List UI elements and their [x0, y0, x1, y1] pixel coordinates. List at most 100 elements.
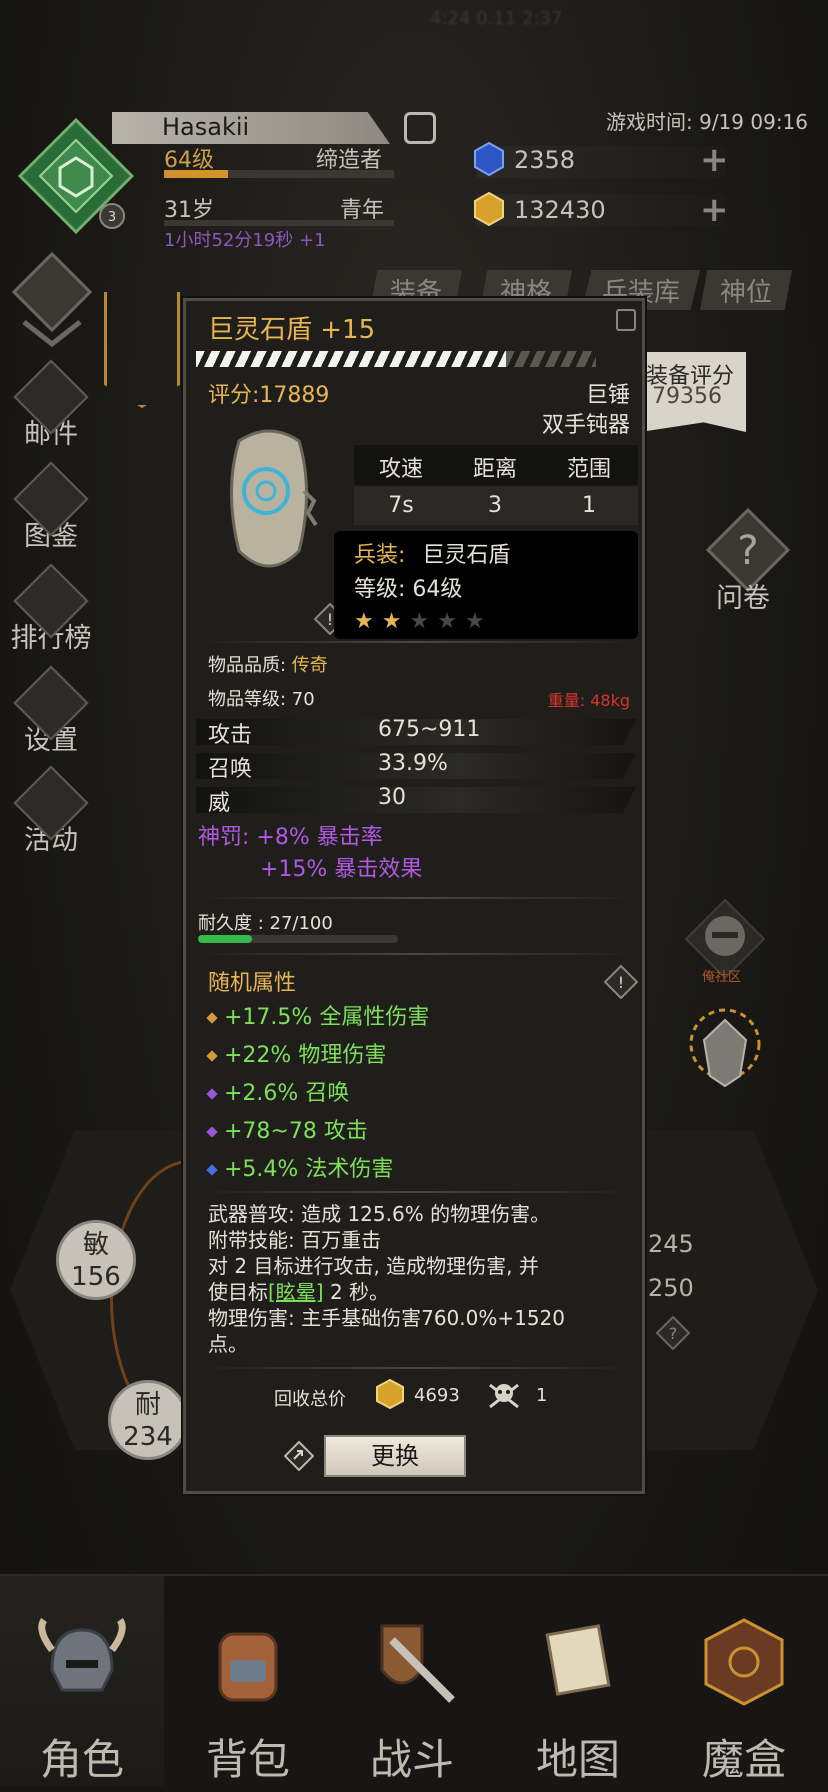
svg-text:!: ! — [327, 610, 333, 629]
equipment-slot-banner — [104, 292, 180, 408]
arms-line: 兵装: 巨灵石盾 — [354, 537, 510, 569]
random-attribute: +17.5% 全属性伤害 — [206, 999, 430, 1031]
random-attribute-text: +17.5% 全属性伤害 — [224, 1005, 430, 1030]
enhance-progress-filled — [196, 351, 506, 367]
stat-agility-value: 156 — [71, 1262, 121, 1292]
edit-icon[interactable] — [404, 112, 436, 144]
community-label: 俺社区 — [702, 970, 742, 985]
recycle-gold-amount: 4693 — [414, 1385, 460, 1406]
value-range: 3 — [488, 493, 502, 518]
sidebar-item-mail[interactable]: 邮件 — [6, 359, 96, 451]
item-detail-card: 巨灵石盾 +15 评分:17889 巨锤 双手钝器 ! 攻速 距离 范围 7s … — [183, 298, 645, 1494]
expand-menu-icon[interactable] — [10, 252, 94, 348]
random-dot-4 — [206, 1164, 218, 1176]
divider — [196, 1367, 636, 1369]
nav-backpack[interactable]: 背包 — [166, 1576, 330, 1786]
svg-text:!: ! — [618, 973, 624, 992]
add-gold-icon[interactable]: + — [700, 193, 729, 227]
stat-value-might: 30 — [378, 785, 406, 810]
arms-level-value: 64级 — [412, 577, 463, 602]
header-attack-speed: 攻速 — [378, 457, 423, 482]
random-attribute-text: +2.6% 召唤 — [224, 1081, 350, 1106]
magic-box-icon — [704, 1618, 784, 1706]
name-banner — [112, 112, 390, 144]
item-level: 物品等级: 70 — [208, 689, 315, 710]
random-attribute-text: +5.4% 法术伤害 — [224, 1157, 394, 1182]
nav-character-label: 角色 — [39, 1735, 124, 1784]
desc-line-3: 对 2 目标进行攻击, 造成物理伤害, 并 — [208, 1254, 539, 1278]
level-badge-number: 3 — [108, 210, 116, 225]
header-range: 距离 — [472, 457, 517, 482]
weapon-class: 双手钝器 — [541, 413, 630, 438]
gold-amount: 132430 — [514, 196, 606, 224]
stone-shield-icon — [230, 429, 318, 568]
sidebar-item-codex[interactable]: 图鉴 — [6, 461, 96, 553]
gold-icon — [474, 192, 504, 226]
random-attribute-text: +22% 物理伤害 — [224, 1043, 387, 1068]
nav-map[interactable]: 地图 — [496, 1576, 660, 1786]
arms-level-key: 等级: — [354, 577, 406, 602]
nav-backpack-label: 背包 — [205, 1735, 290, 1784]
gem-amount: 2358 — [514, 146, 576, 174]
stat-row-might: 威 30 — [196, 785, 636, 816]
help-icon[interactable]: ? — [656, 1316, 690, 1350]
nav-magic-box-label: 魔盒 — [701, 1735, 786, 1784]
nav-map-label: 地图 — [535, 1735, 620, 1784]
header-area: 范围 — [566, 457, 611, 482]
divider — [196, 641, 636, 643]
desc-line-4: 使目标[眩晕] 2 秒。 — [208, 1279, 628, 1305]
arms-level-line: 等级: 64级 — [354, 571, 462, 603]
star-empty-icon: ★ — [464, 609, 487, 634]
random-attribute-text: +78~78 攻击 — [224, 1119, 368, 1144]
lock-icon[interactable] — [616, 309, 636, 331]
random-dot-2 — [206, 1088, 218, 1100]
arms-value: 巨灵石盾 — [422, 543, 511, 568]
desc-line-4-start: 使目标 — [208, 1280, 268, 1304]
desc-line-6: 点。 — [208, 1332, 248, 1356]
nav-character[interactable]: 角色 — [0, 1576, 164, 1786]
divider — [196, 897, 636, 899]
star-filled-icon: ★ — [381, 609, 404, 634]
scroll-map-icon — [545, 1624, 611, 1696]
sidebar-item-events[interactable]: 活动 — [6, 765, 96, 857]
sidebar-item-ranking[interactable]: 排行榜 — [6, 563, 96, 655]
random-attribute: +22% 物理伤害 — [206, 1037, 387, 1069]
tab-divine-seat[interactable]: 神位 — [700, 270, 793, 310]
stat-agility[interactable]: 敏 156 — [56, 1220, 136, 1300]
value-area: 1 — [582, 493, 596, 518]
divider — [196, 953, 636, 955]
random-dot-3 — [206, 1126, 218, 1138]
svg-text:?: ? — [669, 1324, 678, 1343]
random-attributes-header: 随机属性 — [208, 971, 297, 996]
skull-icon — [489, 1383, 519, 1409]
nav-magic-box[interactable]: 魔盒 — [662, 1576, 826, 1786]
star-rating: ★ ★ ★ ★ ★ — [354, 609, 493, 634]
nav-battle-label: 战斗 — [369, 1735, 454, 1784]
guild-emblem-icon[interactable] — [682, 1000, 768, 1096]
stat-name-summon: 召唤 — [208, 757, 253, 782]
svg-text:?: ? — [737, 528, 758, 574]
share-icon[interactable] — [284, 1441, 314, 1471]
desc-line-1: 武器普攻: 造成 125.6% 的物理伤害。 — [208, 1202, 551, 1226]
item-weight: 重量: 48kg — [547, 691, 630, 710]
recycle-skull-amount: 1 — [536, 1385, 548, 1406]
replace-button[interactable]: 更换 — [324, 1435, 466, 1477]
desc-line-4-end: 2 秒。 — [323, 1280, 390, 1304]
random-attribute: +5.4% 法术伤害 — [206, 1151, 394, 1183]
stat-row-attack: 攻击 675~911 — [196, 717, 636, 748]
stat-name-might: 威 — [208, 791, 231, 816]
sidebar-item-settings[interactable]: 设置 — [6, 665, 96, 757]
stat-value-summon: 33.9% — [378, 751, 448, 776]
add-gems-icon[interactable]: + — [700, 143, 729, 177]
nav-battle[interactable]: 战斗 — [330, 1576, 494, 1786]
stat-endurance[interactable]: 耐 234 — [108, 1380, 188, 1460]
stat-agility-label: 敏 — [82, 1230, 109, 1260]
random-info-icon[interactable]: ! — [604, 965, 638, 999]
stun-keyword-link[interactable]: [眩晕] — [268, 1280, 324, 1304]
stat-right-value-2: 250 — [648, 1274, 694, 1302]
durability-label: 耐久度 : 27/100 — [198, 913, 333, 934]
random-dot-1 — [206, 1050, 218, 1062]
divider — [196, 1191, 636, 1193]
backpack-icon — [218, 1632, 278, 1702]
item-score: 评分:17889 — [208, 383, 330, 408]
